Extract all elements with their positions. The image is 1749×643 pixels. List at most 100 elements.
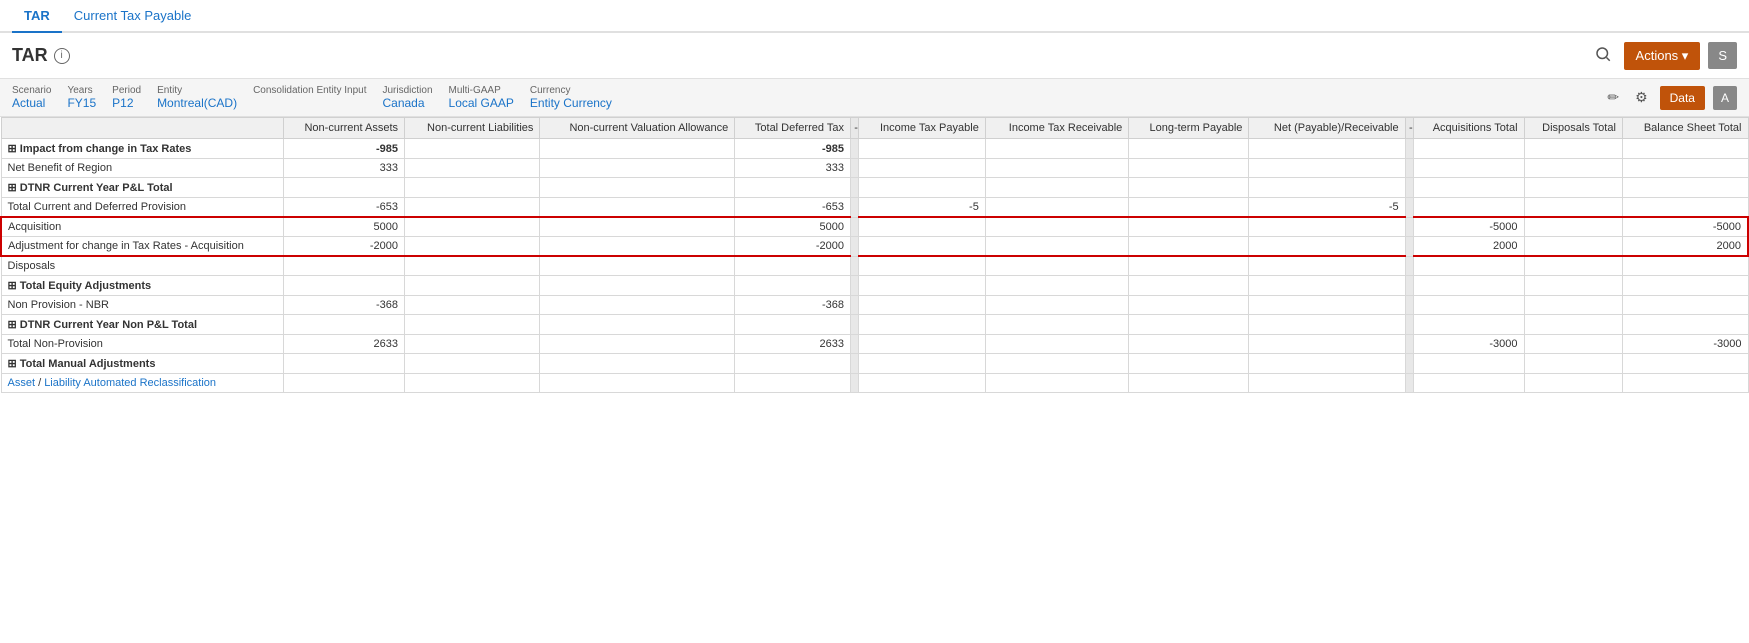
data-cell	[284, 178, 405, 198]
filter-entity-value[interactable]: Montreal(CAD)	[157, 96, 237, 110]
table-row: ⊞ Impact from change in Tax Rates-985-98…	[1, 139, 1748, 159]
actions-button[interactable]: Actions ▾	[1624, 42, 1701, 70]
data-cell: -5	[1249, 198, 1405, 218]
separator-cell	[1405, 198, 1413, 218]
col-header-non-current-assets: Non-current Assets	[284, 118, 405, 139]
data-cell	[858, 178, 985, 198]
data-cell: -368	[284, 296, 405, 315]
tab-tar[interactable]: TAR	[12, 0, 62, 33]
table-header-row: Non-current Assets Non-current Liabiliti…	[1, 118, 1748, 139]
data-cell	[1249, 178, 1405, 198]
a-button[interactable]: A	[1713, 86, 1737, 110]
data-cell: 5000	[284, 217, 405, 237]
data-cell	[1622, 178, 1748, 198]
data-cell	[985, 237, 1128, 257]
data-cell	[1249, 296, 1405, 315]
data-cell	[858, 276, 985, 296]
table-row: ⊞ DTNR Current Year Non P&L Total	[1, 315, 1748, 335]
data-cell: 2633	[735, 335, 851, 354]
s-button[interactable]: S	[1708, 42, 1737, 69]
data-cell	[1129, 354, 1249, 374]
data-cell	[540, 315, 735, 335]
data-cell	[540, 159, 735, 178]
data-cell	[1524, 237, 1622, 257]
table-row: Adjustment for change in Tax Rates - Acq…	[1, 237, 1748, 257]
data-cell	[985, 159, 1128, 178]
col-header-total-deferred-tax: Total Deferred Tax	[735, 118, 851, 139]
data-cell: 5000	[735, 217, 851, 237]
filter-currency-value[interactable]: Entity Currency	[530, 96, 612, 110]
data-cell	[1524, 256, 1622, 276]
data-cell	[1622, 198, 1748, 218]
row-label-cell: Total Non-Provision	[1, 335, 284, 354]
table-row: Disposals	[1, 256, 1748, 276]
row-label-cell[interactable]: ⊞ DTNR Current Year P&L Total	[1, 178, 284, 198]
row-label-cell[interactable]: ⊞ Total Manual Adjustments	[1, 354, 284, 374]
col-header-label	[1, 118, 284, 139]
col-header-balance-sheet-total: Balance Sheet Total	[1622, 118, 1748, 139]
data-cell	[1413, 374, 1524, 393]
data-cell	[985, 335, 1128, 354]
filter-jurisdiction-value[interactable]: Canada	[382, 96, 432, 110]
filter-period: Period P12	[112, 85, 141, 110]
edit-button[interactable]: ✏	[1603, 85, 1623, 110]
data-cell	[540, 237, 735, 257]
search-button[interactable]	[1590, 41, 1616, 70]
separator-cell	[850, 178, 858, 198]
data-cell	[735, 374, 851, 393]
col-header-long-term-payable: Long-term Payable	[1129, 118, 1249, 139]
data-button[interactable]: Data	[1660, 86, 1705, 110]
data-cell	[1249, 335, 1405, 354]
data-cell	[1413, 159, 1524, 178]
data-cell	[858, 217, 985, 237]
filter-years-value[interactable]: FY15	[67, 96, 96, 110]
data-cell	[985, 276, 1128, 296]
data-cell	[1129, 256, 1249, 276]
data-cell	[284, 256, 405, 276]
data-cell	[1129, 315, 1249, 335]
data-cell	[985, 315, 1128, 335]
table-row: ⊞ DTNR Current Year P&L Total	[1, 178, 1748, 198]
data-cell	[1249, 217, 1405, 237]
separator-cell	[850, 354, 858, 374]
data-cell	[1249, 276, 1405, 296]
separator-cell	[850, 335, 858, 354]
filter-period-value[interactable]: P12	[112, 96, 141, 110]
separator-cell	[1405, 159, 1413, 178]
row-label-cell: Adjustment for change in Tax Rates - Acq…	[1, 237, 284, 257]
row-label-cell[interactable]: ⊞ Total Equity Adjustments	[1, 276, 284, 296]
row-label-cell[interactable]: ⊞ Impact from change in Tax Rates	[1, 139, 284, 159]
table-row: ⊞ Total Equity Adjustments	[1, 276, 1748, 296]
data-cell	[985, 139, 1128, 159]
table-row: Non Provision - NBR-368-368	[1, 296, 1748, 315]
filter-bar: Scenario Actual Years FY15 Period P12 En…	[0, 79, 1749, 117]
page-title: TAR	[12, 45, 48, 66]
data-cell: -3000	[1413, 335, 1524, 354]
filter-entity: Entity Montreal(CAD)	[157, 85, 237, 110]
gear-button[interactable]: ⚙	[1631, 85, 1652, 110]
data-cell	[1524, 354, 1622, 374]
data-cell	[1413, 198, 1524, 218]
separator-cell	[1405, 276, 1413, 296]
data-cell	[735, 178, 851, 198]
info-icon[interactable]: i	[54, 48, 70, 64]
data-cell	[405, 159, 540, 178]
filter-scenario-value[interactable]: Actual	[12, 96, 51, 110]
filter-items: Scenario Actual Years FY15 Period P12 En…	[12, 85, 612, 110]
data-cell	[1524, 276, 1622, 296]
row-label-cell[interactable]: ⊞ DTNR Current Year Non P&L Total	[1, 315, 284, 335]
data-cell: 333	[735, 159, 851, 178]
col-header-income-tax-payable: Income Tax Payable	[858, 118, 985, 139]
data-cell	[1129, 159, 1249, 178]
data-cell	[405, 354, 540, 374]
separator-cell	[1405, 237, 1413, 257]
data-cell	[1524, 296, 1622, 315]
filter-consolidation-label: Consolidation Entity Input	[253, 85, 366, 96]
col-header-disposals-total: Disposals Total	[1524, 118, 1622, 139]
data-cell	[1249, 315, 1405, 335]
data-cell	[1524, 315, 1622, 335]
row-label-cell: Total Current and Deferred Provision	[1, 198, 284, 218]
data-cell: -653	[735, 198, 851, 218]
filter-multi-gaap-value[interactable]: Local GAAP	[449, 96, 514, 110]
tab-current-tax-payable[interactable]: Current Tax Payable	[62, 0, 204, 31]
